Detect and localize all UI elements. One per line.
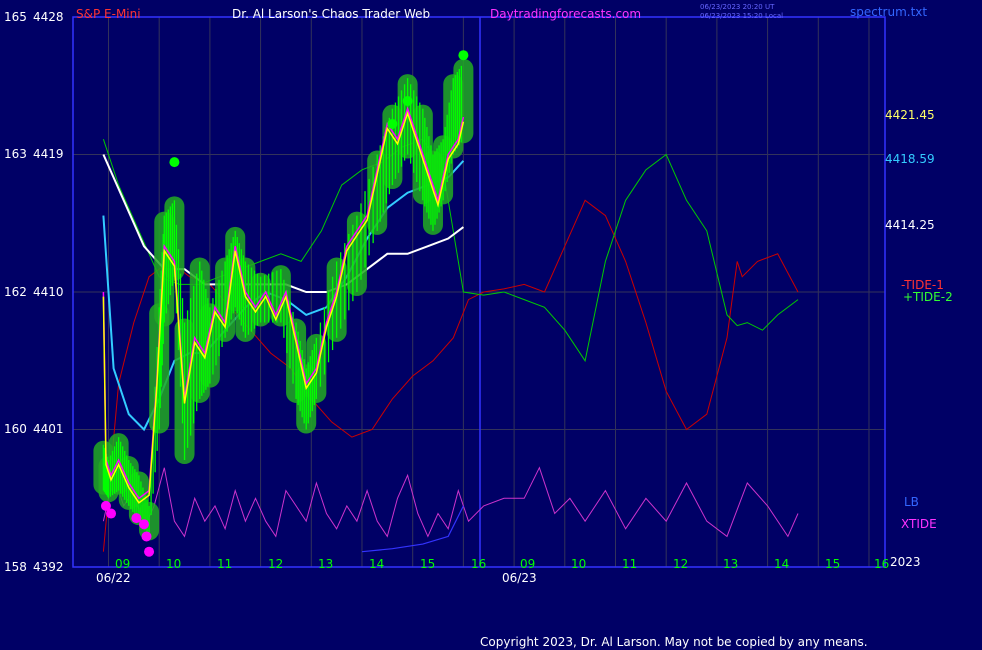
x-tick-label: 13	[723, 557, 738, 571]
candle-glow	[453, 58, 474, 144]
x-tick-label: 10	[166, 557, 181, 571]
x-tick-label: 14	[369, 557, 384, 571]
pivot-low-dot	[141, 531, 152, 542]
y-tick-cycle: 158	[4, 560, 27, 574]
y-tick-cycle: 165	[4, 10, 27, 24]
pivot-low-dot	[106, 508, 117, 519]
x-axis-date: 06/22	[96, 571, 131, 585]
y-tick-price: 4410	[33, 285, 64, 299]
header-stamp-1: 06/23/2023 20:20 UT	[700, 3, 775, 11]
x-tick-label: 10	[571, 557, 586, 571]
x-tick-label: 09	[115, 557, 130, 571]
right-label-cyan: 4418.59	[885, 152, 935, 166]
legend-tide2: +TIDE-2	[903, 290, 953, 304]
header-site[interactable]: Daytradingforecasts.com	[490, 7, 641, 21]
y-tick-cycle: 163	[4, 147, 27, 161]
pivot-high-dot	[402, 96, 413, 107]
legend-xtide: XTIDE	[901, 517, 937, 531]
pivot-low-dot	[138, 519, 149, 530]
x-tick-label: 09	[520, 557, 535, 571]
legend-lb: LB	[904, 495, 919, 509]
pivot-low-dot	[144, 546, 155, 557]
copyright-text: Copyright 2023, Dr. Al Larson. May not b…	[480, 635, 868, 649]
x-tick-label: 12	[673, 557, 688, 571]
pivot-high-dot	[387, 118, 398, 129]
x-tick-label: 11	[217, 557, 232, 571]
y-tick-cycle: 162	[4, 285, 27, 299]
x-tick-label: 15	[420, 557, 435, 571]
header-symbol: S&P E-Mini	[76, 7, 141, 21]
y-tick-price: 4401	[33, 422, 64, 436]
x-tick-label: 15	[825, 557, 840, 571]
y-tick-price: 4392	[33, 560, 64, 574]
chart-canvas: S&P E-Mini Dr. Al Larson's Chaos Trader …	[0, 0, 982, 650]
x-axis-date: 06/23	[502, 571, 537, 585]
x-tick-label: 11	[622, 557, 637, 571]
y-tick-cycle: 160	[4, 422, 27, 436]
x-tick-label: 14	[774, 557, 789, 571]
right-label-white: 4414.25	[885, 218, 935, 232]
x-tick-label: 16	[471, 557, 486, 571]
header-title: Dr. Al Larson's Chaos Trader Web	[232, 7, 430, 21]
x-tick-label: 13	[318, 557, 333, 571]
x-tick-label: 16	[874, 557, 889, 571]
right-label-close: 4421.45	[885, 108, 935, 122]
y-tick-price: 4428	[33, 10, 64, 24]
header-stamp-2: 06/23/2023 15:20 Local	[700, 12, 783, 20]
y-tick-price: 4419	[33, 147, 64, 161]
header-file: spectrum.txt	[850, 5, 927, 19]
pivot-high-dot	[169, 157, 180, 168]
x-tick-label: 12	[268, 557, 283, 571]
x-axis-year: 2023	[890, 555, 921, 569]
pivot-high-dot	[458, 50, 469, 61]
